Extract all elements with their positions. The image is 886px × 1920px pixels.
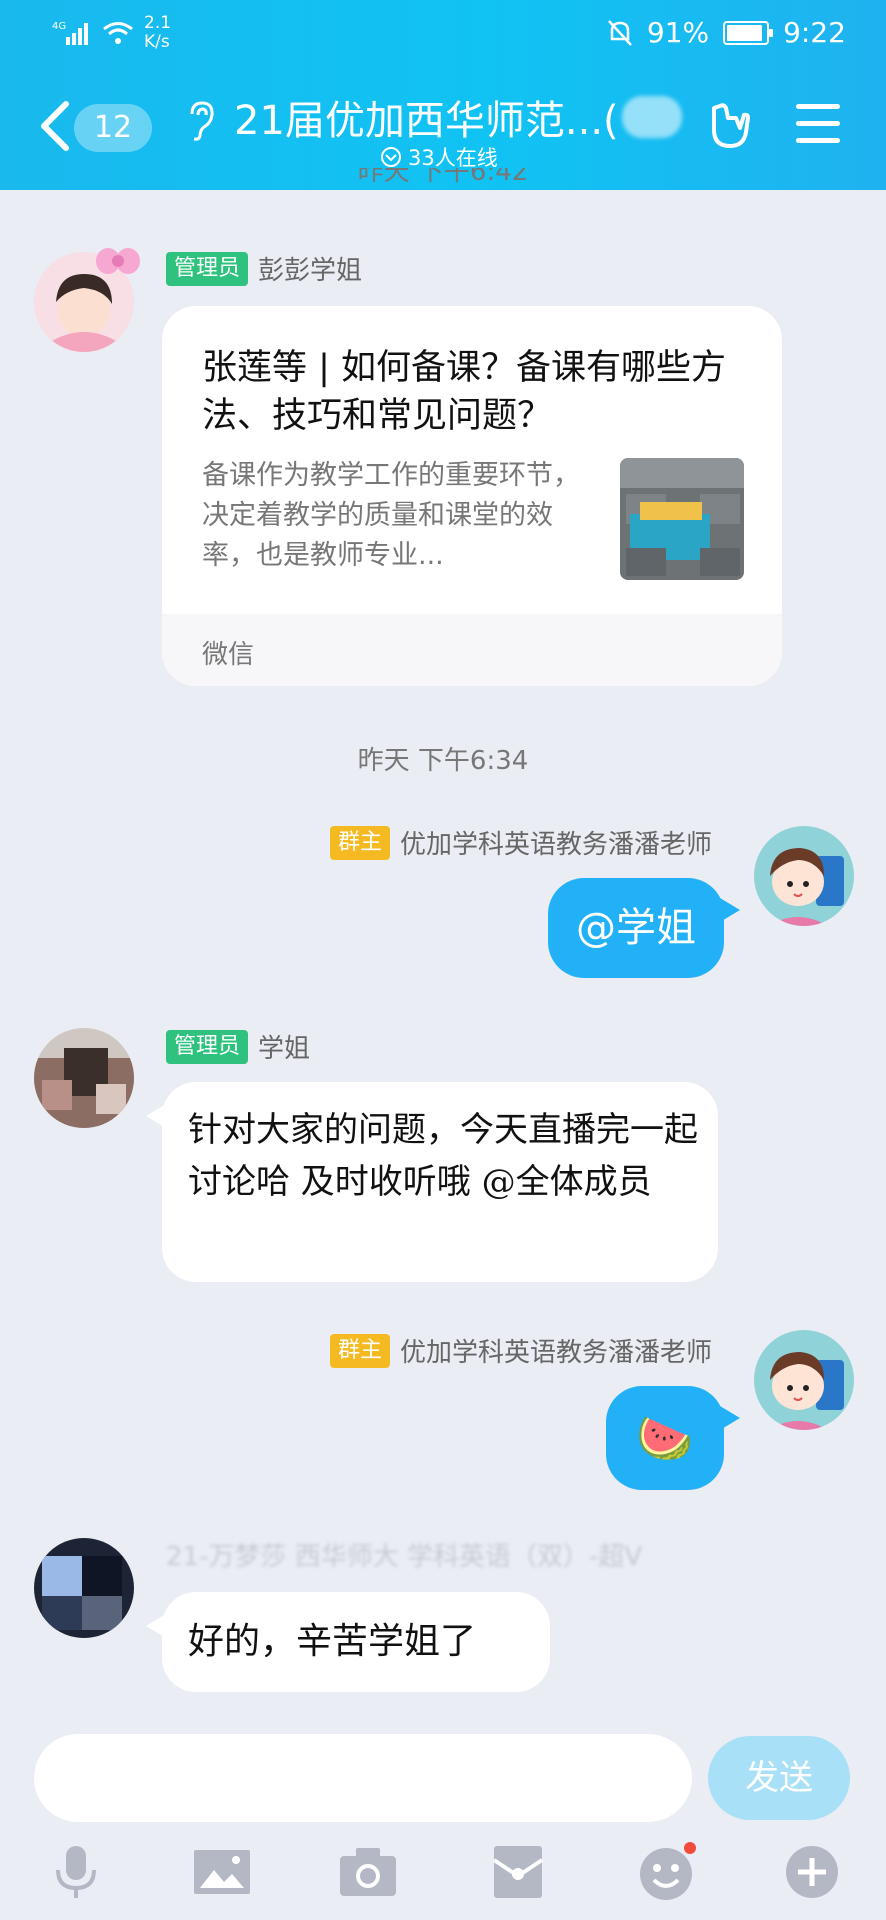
network-speed: 2.1 K/s	[144, 13, 172, 52]
image-icon[interactable]	[192, 1842, 252, 1902]
emoji-icon[interactable]	[636, 1842, 696, 1902]
clock: 9:22	[783, 16, 846, 49]
role-badge-admin: 管理员	[166, 1029, 249, 1064]
sender-meta: 管理员 彭彭学姐	[166, 250, 362, 287]
message-text: @学姐	[576, 905, 696, 951]
sender-name[interactable]: 21-万梦莎 西华师大 学科英语（双）-超V	[166, 1540, 642, 1569]
hand-gesture-icon[interactable]	[704, 100, 756, 152]
input-toolbar	[0, 1828, 886, 1920]
bow-icon	[96, 248, 140, 274]
bubble-tail	[720, 1406, 740, 1430]
chevron-circle-icon	[381, 147, 401, 167]
card-description: 备课作为教学工作的重要环节，决定着教学的质量和课堂的效率，也是教师专业...	[202, 460, 580, 571]
battery-percent: 91%	[646, 16, 710, 49]
message-text: 好的，辛苦学姐了	[188, 1621, 477, 1662]
camera-icon[interactable]	[338, 1842, 398, 1902]
header: 4G 2.1 K/s 91% 9:22 12 21届优加西华师范...(33人…	[0, 0, 886, 190]
message-text: 针对大家的问题，今天直播完一起讨论哈 及时收听哦 @全体成员	[188, 1110, 698, 1202]
card-title: 张莲等 | 如何备课？备课有哪些方法、技巧和常见问题？	[202, 348, 727, 436]
sender-name[interactable]: 彭彭学姐	[258, 250, 362, 287]
sender-name[interactable]: 学姐	[258, 1028, 310, 1065]
avatar[interactable]	[754, 826, 854, 926]
avatar[interactable]	[34, 1028, 134, 1128]
ear-icon[interactable]	[186, 100, 216, 142]
status-bar: 4G 2.1 K/s 91% 9:22	[0, 0, 886, 64]
timestamp-cut: 昨天 下午6:42	[357, 168, 529, 187]
send-button[interactable]: 发送	[708, 1736, 850, 1820]
unread-count-badge[interactable]: 12	[74, 104, 152, 152]
menu-icon[interactable]	[796, 104, 840, 144]
article-card[interactable]: 张莲等 | 如何备课？备课有哪些方法、技巧和常见问题？ 备课作为教学工作的重要环…	[162, 306, 782, 686]
message-bubble-in[interactable]: 针对大家的问题，今天直播完一起讨论哈 及时收听哦 @全体成员	[162, 1082, 718, 1282]
avatar[interactable]	[754, 1330, 854, 1430]
microphone-icon[interactable]	[46, 1842, 106, 1902]
svg-text:4G: 4G	[52, 21, 66, 32]
sender-name[interactable]: 优加学科英语教务潘潘老师	[400, 824, 712, 861]
plus-icon[interactable]	[782, 1842, 842, 1902]
sender-meta: 群主 优加学科英语教务潘潘老师	[329, 824, 712, 861]
role-badge-owner: 群主	[329, 825, 390, 860]
card-thumbnail	[620, 458, 744, 580]
mute-bell-icon	[607, 19, 632, 46]
message-bubble-in[interactable]: 好的，辛苦学姐了	[162, 1592, 550, 1692]
message-bubble-out[interactable]: @学姐	[548, 878, 724, 978]
timestamp: 昨天 下午6:34	[357, 746, 529, 776]
role-badge-owner: 群主	[329, 1333, 390, 1368]
message-bubble-out[interactable]: 🍉	[606, 1386, 724, 1490]
sender-name[interactable]: 优加学科英语教务潘潘老师	[400, 1332, 712, 1369]
red-packet-icon[interactable]	[488, 1842, 548, 1902]
signal-icon: 4G	[52, 21, 88, 45]
group-title[interactable]: 21届优加西华师范...(	[234, 88, 619, 146]
avatar[interactable]	[34, 1538, 134, 1638]
sender-meta: 管理员 学姐	[166, 1028, 310, 1065]
sender-meta: 群主 优加学科英语教务潘潘老师	[329, 1332, 712, 1369]
sender-meta: 21-万梦莎 西华师大 学科英语（双）-超V	[166, 1540, 642, 1569]
blurred-member-count	[622, 96, 682, 138]
wifi-icon	[103, 22, 133, 44]
card-footer: 微信	[162, 614, 782, 686]
message-input[interactable]	[34, 1734, 692, 1822]
card-source: 微信	[202, 640, 255, 670]
role-badge-admin: 管理员	[166, 251, 249, 286]
battery-icon	[723, 20, 774, 45]
bubble-tail	[720, 898, 740, 922]
back-arrow-icon[interactable]	[36, 98, 76, 154]
watermelon-emoji-icon: 🍉	[636, 1411, 694, 1465]
